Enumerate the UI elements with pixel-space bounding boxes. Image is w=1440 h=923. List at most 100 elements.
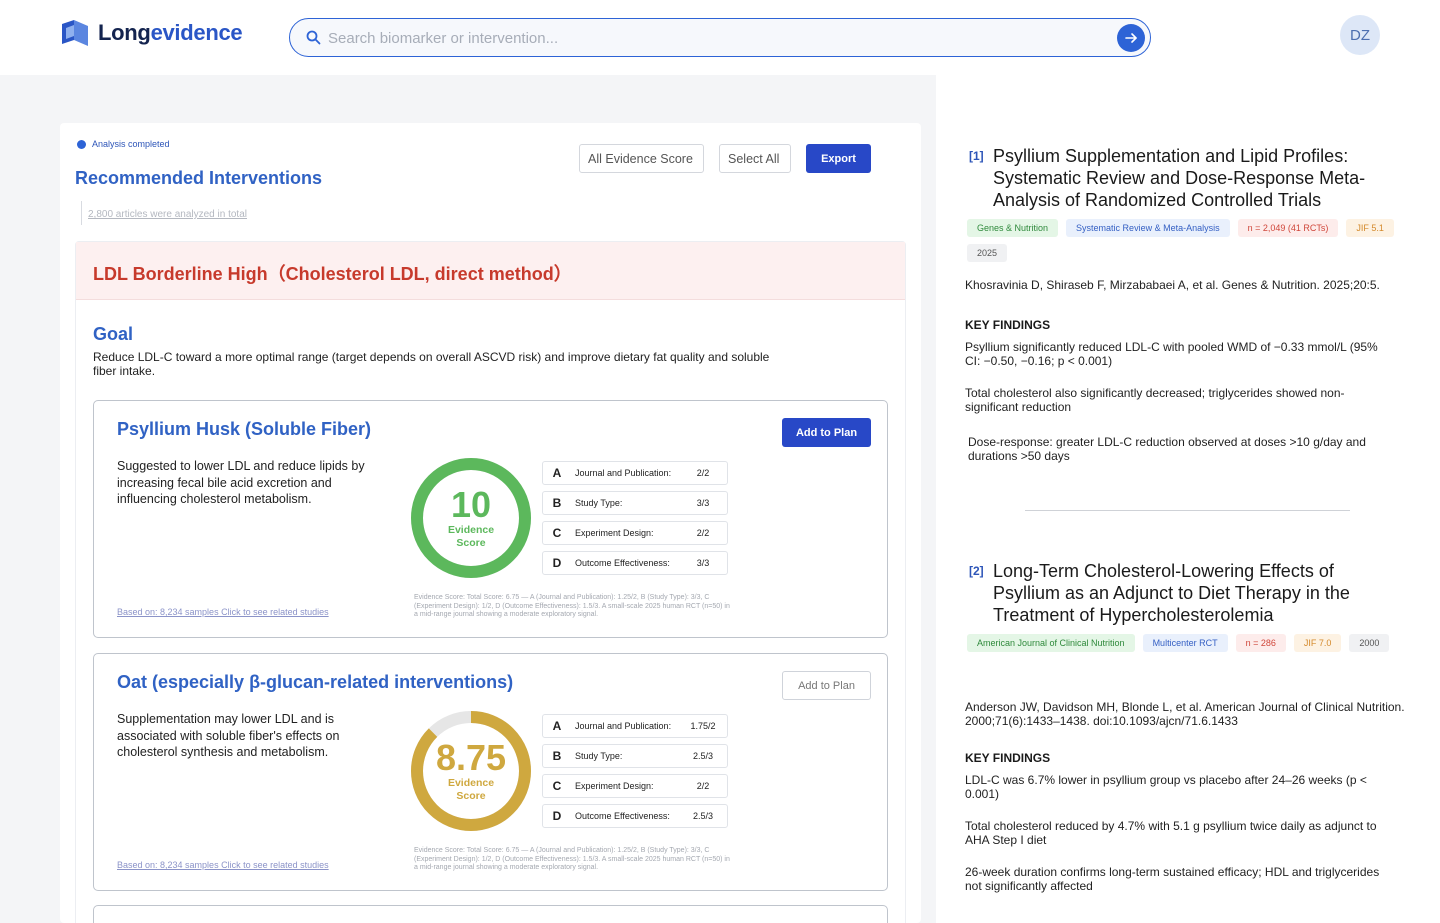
criterion-letter: B [552, 496, 562, 510]
reference-divider [1025, 510, 1350, 511]
intervention-description: Suggested to lower LDL and reduce lipids… [117, 459, 365, 506]
evidence-score-ring: 8.75 Evidence Score [411, 711, 531, 831]
criterion-value: 2/2 [696, 468, 710, 478]
criterion-value: 2.5/3 [692, 751, 714, 761]
reference-citation: Anderson JW, Davidson MH, Blonde L, et a… [965, 700, 1405, 728]
sample-size-tag: n = 2,049 (41 RCTs) [1237, 219, 1339, 237]
reference-item: [2] Long-Term Cholesterol-Lowering Effec… [965, 561, 1427, 914]
impact-factor-tag: JIF 7.0 [1293, 634, 1342, 652]
criterion-name: Journal and Publication: [575, 468, 672, 478]
evidence-score-value: 8.75 [436, 737, 506, 778]
interventions-pane: Analysis completed Recommended Intervent… [0, 75, 936, 923]
criterion-letter: B [552, 749, 562, 763]
reference-citation: Khosravinia D, Shiraseb F, Mirzababaei A… [965, 278, 1380, 292]
evidence-score-label: Score [456, 790, 485, 802]
key-finding: Total cholesterol reduced by 4.7% with 5… [965, 819, 1377, 847]
score-explanation: Evidence Score: Total Score: 6.75 — A (J… [414, 847, 730, 871]
intervention-name: Oat (especially β-glucan-related interve… [117, 672, 514, 692]
status-dot-icon [77, 139, 86, 149]
key-findings-heading: KEY FINDINGS [965, 751, 1051, 765]
criterion-name: Study Type: [575, 498, 623, 508]
score-criterion: B Study Type: 3/3 [542, 491, 728, 515]
related-studies-link[interactable]: Based on: 8,234 samples Click to see rel… [117, 860, 329, 870]
page-title: Recommended Interventions [75, 168, 323, 188]
brand-name-part1: Long [98, 20, 151, 45]
search-submit-button[interactable] [1117, 24, 1145, 52]
year-tag: 2025 [967, 244, 1008, 262]
goal-description: Reduce LDL-C toward a more optimal range… [93, 350, 770, 378]
intervention-description: Supplementation may lower LDL and is ass… [117, 712, 340, 759]
search-bar [289, 18, 1151, 57]
brand-logo[interactable]: Longevidence [60, 18, 243, 48]
brand-name: Longevidence [98, 20, 243, 46]
analysis-status: Analysis completed [77, 139, 170, 149]
score-criterion: A Journal and Publication: 1.75/2 [542, 714, 728, 738]
intervention-name: Psyllium Husk (Soluble Fiber) [117, 419, 372, 439]
evidence-score-value: 10 [451, 484, 491, 525]
evidence-score-label: Evidence [448, 777, 494, 789]
score-criterion: C Experiment Design: 2/2 [542, 774, 728, 798]
related-studies-link[interactable]: Based on: 8,234 samples Click to see rel… [117, 607, 329, 617]
criterion-value: 3/3 [696, 498, 710, 508]
intervention-card-psyllium: Psyllium Husk (Soluble Fiber) Add to Pla… [93, 400, 888, 638]
criterion-name: Experiment Design: [575, 781, 654, 791]
key-finding: Total cholesterol also significantly dec… [965, 386, 1345, 414]
brand-name-part2: evidence [150, 20, 243, 45]
criterion-letter: C [552, 779, 562, 793]
score-criterion: D Outcome Effectiveness: 2.5/3 [542, 804, 728, 828]
score-breakdown: A Journal and Publication: 2/2 B Study Type… [542, 461, 728, 581]
sample-size-tag: n = 286 [1235, 634, 1286, 652]
criterion-letter: A [552, 466, 562, 480]
key-finding: 26-week duration confirms long-term sust… [965, 865, 1380, 893]
score-criterion: C Experiment Design: 2/2 [542, 521, 728, 545]
score-breakdown: A Journal and Publication: 1.75/2 B Study T… [542, 714, 728, 834]
add-to-plan-button[interactable]: Add to Plan [782, 418, 871, 447]
export-button[interactable]: Export [806, 144, 871, 173]
evidence-score-filter[interactable]: All Evidence Score [579, 144, 704, 173]
evidence-score-label: Score [456, 537, 485, 549]
condition-section: LDL Borderline High（Cholesterol LDL, dir… [75, 241, 906, 923]
criterion-value: 3/3 [696, 558, 710, 568]
journal-tag: American Journal of Clinical Nutrition [967, 634, 1135, 652]
add-to-plan-button[interactable]: Add to Plan [782, 671, 871, 700]
key-finding: LDL-C was 6.7% lower in psyllium group v… [965, 773, 1367, 801]
criterion-name: Outcome Effectiveness: [575, 558, 670, 568]
evidence-score-ring: 10 Evidence Score [411, 458, 531, 578]
score-criterion: D Outcome Effectiveness: 3/3 [542, 551, 728, 575]
reference-title[interactable]: Long-Term Cholesterol-Lowering Effects o… [993, 560, 1403, 626]
criterion-letter: A [552, 719, 562, 733]
reference-title[interactable]: Psyllium Supplementation and Lipid Profi… [993, 145, 1403, 211]
criterion-letter: C [552, 526, 562, 540]
search-icon [306, 30, 321, 45]
impact-factor-tag: JIF 5.1 [1346, 219, 1394, 237]
reference-number: [2] [969, 564, 984, 578]
reference-tags: American Journal of Clinical Nutrition M… [967, 634, 1427, 652]
criterion-name: Outcome Effectiveness: [575, 811, 670, 821]
criterion-letter: D [552, 809, 562, 823]
articles-analyzed-link[interactable]: 2,800 articles were analyzed in total [81, 201, 247, 225]
study-type-tag: Multicenter RCT [1142, 634, 1228, 652]
key-finding: Dose-response: greater LDL-C reduction o… [968, 435, 1366, 463]
intervention-card-next [93, 905, 888, 923]
key-finding: Psyllium significantly reduced LDL-C wit… [965, 340, 1378, 368]
user-avatar[interactable]: DZ [1340, 15, 1380, 55]
arrow-right-icon [1125, 33, 1137, 43]
criterion-value: 2/2 [696, 781, 710, 791]
evidence-score-label: Evidence [448, 524, 494, 536]
criterion-letter: D [552, 556, 562, 570]
reference-tags: Genes & Nutrition Systematic Review & Me… [967, 219, 1427, 262]
interventions-card: Analysis completed Recommended Intervent… [60, 123, 921, 923]
criterion-name: Experiment Design: [575, 528, 654, 538]
search-input[interactable] [328, 27, 1088, 49]
select-all-button[interactable]: Select All [719, 144, 791, 173]
criterion-name: Journal and Publication: [575, 721, 672, 731]
reference-number: [1] [969, 149, 984, 163]
logo-mark-icon [62, 20, 88, 46]
reference-item: [1] Psyllium Supplementation and Lipid P… [965, 146, 1427, 499]
score-criterion: A Journal and Publication: 2/2 [542, 461, 728, 485]
criterion-name: Study Type: [575, 751, 623, 761]
journal-tag: Genes & Nutrition [967, 219, 1059, 237]
score-explanation: Evidence Score: Total Score: 6.75 — A (J… [414, 594, 730, 618]
references-pane: [1] Psyllium Supplementation and Lipid P… [936, 75, 1440, 923]
study-type-tag: Systematic Review & Meta-Analysis [1066, 219, 1230, 237]
